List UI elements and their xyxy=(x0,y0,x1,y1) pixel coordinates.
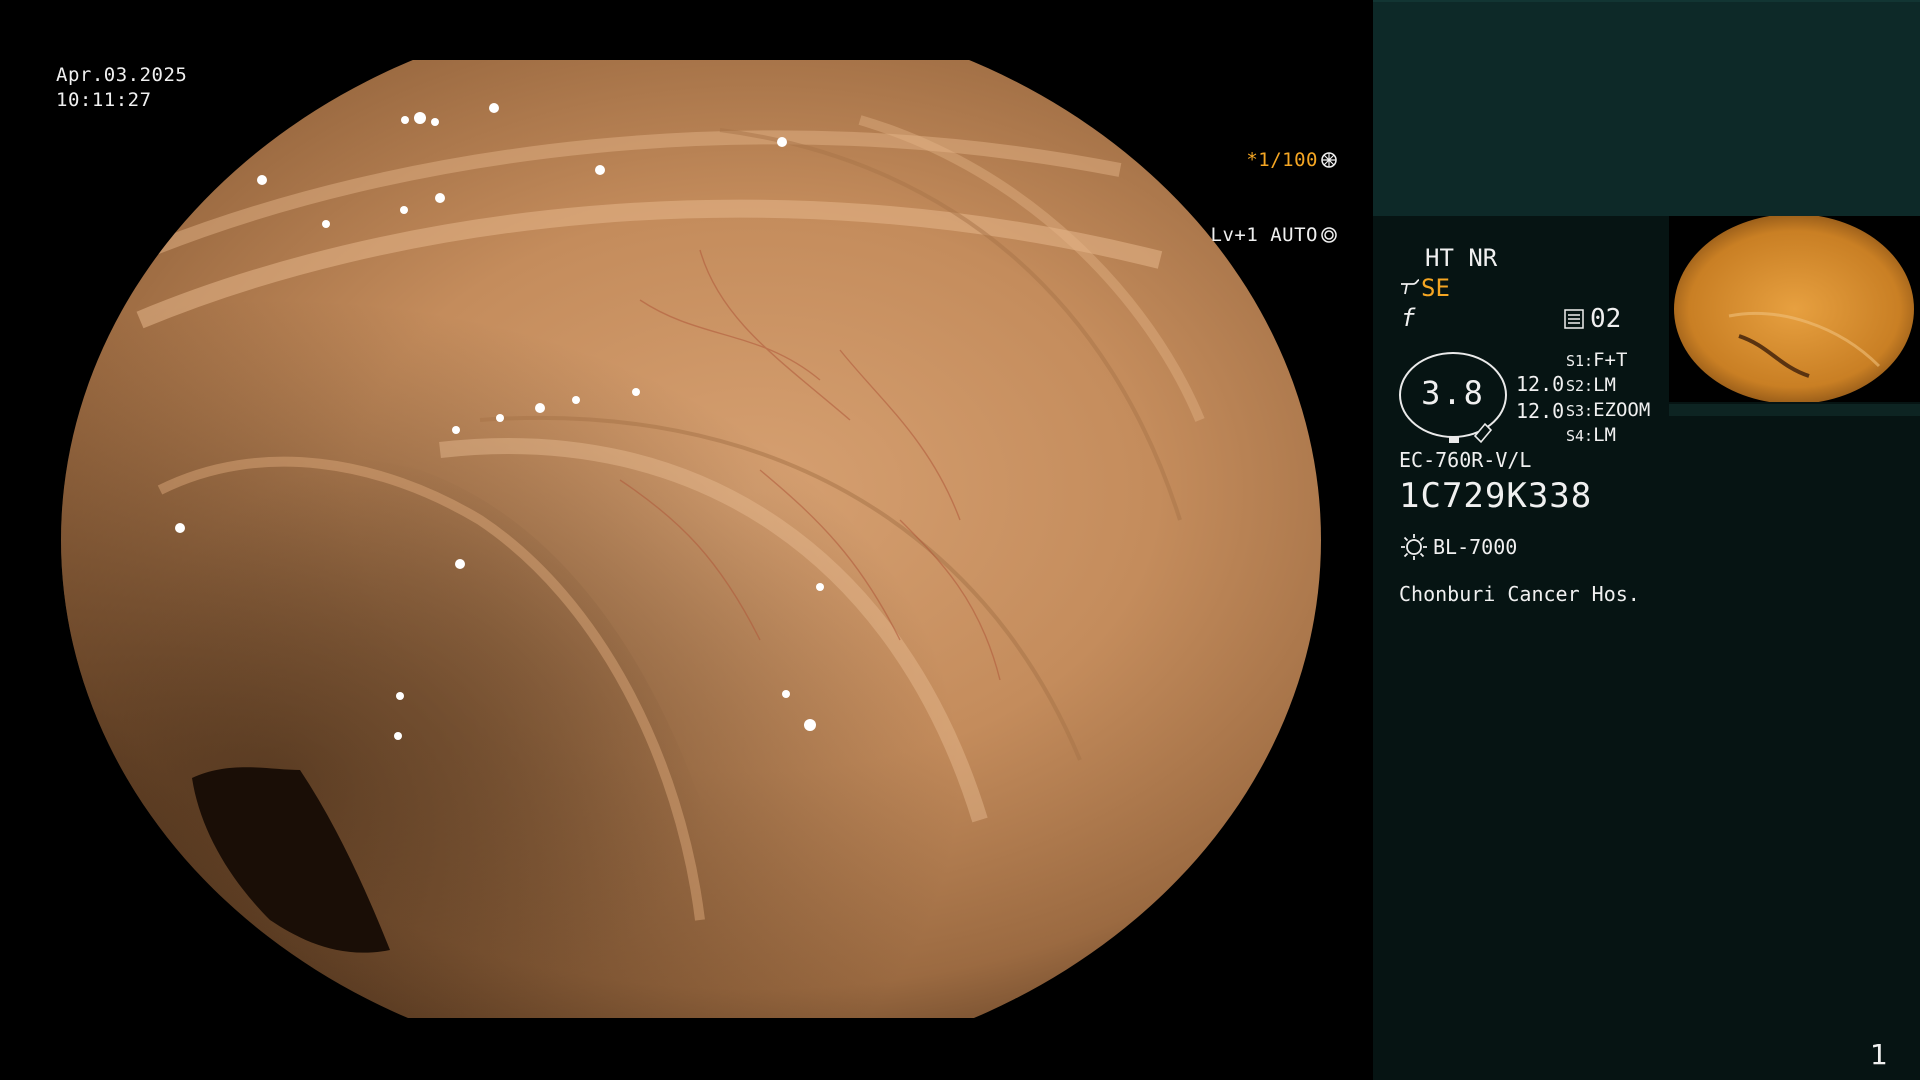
time-text: 10:11:27 xyxy=(56,89,152,111)
scope-model: EC-760R-V/L xyxy=(1399,448,1532,472)
pencil-icon xyxy=(1473,422,1493,444)
switch-key: S3: xyxy=(1566,402,1594,420)
parameter-value-1: 12.0 xyxy=(1516,372,1565,396)
switch-s1: S1:F+T xyxy=(1566,349,1627,371)
memo-count-row: 02 xyxy=(1564,304,1621,334)
endoscopy-screen: Apr.03.2025 10:11:27 *1/100 Lv+1 AUTO HT… xyxy=(0,0,1920,1080)
date-text: Apr.03.2025 xyxy=(56,64,188,86)
exposure-info: *1/100 Lv+1 AUTO xyxy=(1211,98,1337,298)
panel-header-area xyxy=(1373,0,1920,216)
switch-s3: S3:EZOOM xyxy=(1566,399,1650,421)
light-source-model: BL-7000 xyxy=(1433,535,1518,559)
light-source-row: BL-7000 xyxy=(1399,532,1517,562)
switch-value: F+T xyxy=(1593,349,1628,371)
enhance-row: SE xyxy=(1399,274,1450,302)
image-mode: HT NR xyxy=(1425,244,1498,272)
switch-s4: S4:LM xyxy=(1566,424,1616,446)
switch-key: S2: xyxy=(1566,377,1594,395)
brightness-level: Lv+1 AUTO xyxy=(1210,224,1318,246)
thumbnail-status-bar xyxy=(1669,404,1920,416)
zoom-marker xyxy=(1449,436,1459,443)
enhance-label: SE xyxy=(1421,274,1450,302)
auto-iris-icon xyxy=(1321,227,1337,243)
freeze-symbol: f xyxy=(1401,304,1415,332)
parameter-value-2: 12.0 xyxy=(1516,399,1565,423)
switch-value: EZOOM xyxy=(1593,399,1651,421)
thumbnail-image xyxy=(1669,216,1920,402)
page-number: 1 xyxy=(1870,1038,1888,1071)
switch-key: S1: xyxy=(1566,352,1594,370)
memo-count: 02 xyxy=(1590,304,1622,334)
scope-serial: 1C729K338 xyxy=(1399,476,1593,516)
date-time-display: Apr.03.2025 10:11:27 xyxy=(56,63,187,113)
shutter-speed: *1/100 xyxy=(1246,149,1318,171)
switch-value: LM xyxy=(1593,374,1616,396)
f-symbol-text: f xyxy=(1401,304,1416,332)
thumbnail-colon-image xyxy=(1669,216,1920,402)
zoom-indicator: 3.8 xyxy=(1399,352,1507,444)
hospital-name: Chonburi Cancer Hos. xyxy=(1399,582,1640,606)
zoom-value: 3.8 xyxy=(1421,374,1485,412)
structure-enhance-icon xyxy=(1401,279,1420,295)
switch-s2: S2:LM xyxy=(1566,374,1616,396)
memory-icon xyxy=(1564,309,1584,329)
switch-key: S4: xyxy=(1566,427,1594,445)
switch-value: LM xyxy=(1593,424,1616,446)
light-source-icon xyxy=(1401,534,1427,560)
info-panel: HT NR SE f 02 3.8 12.0 12.0 S1:F+T S2:LM… xyxy=(1373,0,1920,1080)
aperture-icon xyxy=(1321,152,1337,168)
colon-lumen-image xyxy=(61,60,1321,1019)
endoscope-view: Apr.03.2025 10:11:27 *1/100 Lv+1 AUTO xyxy=(0,0,1373,1080)
